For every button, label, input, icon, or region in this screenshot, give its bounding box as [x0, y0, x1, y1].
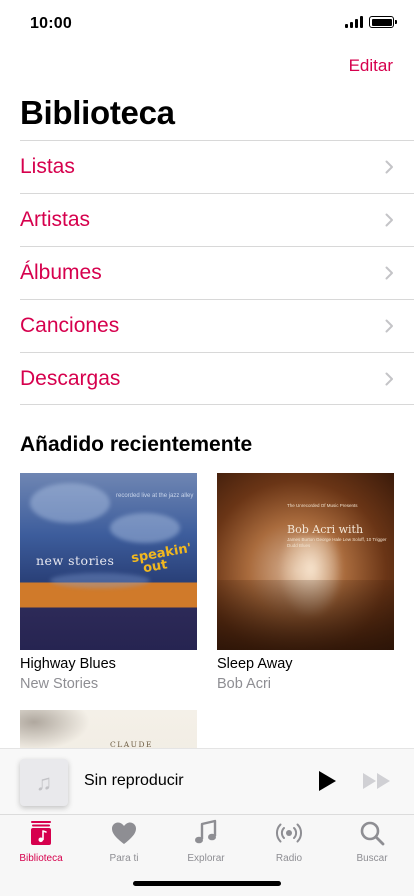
- tab-label: Biblioteca: [19, 853, 63, 864]
- menu-item-artistas[interactable]: Artistas: [20, 193, 414, 246]
- library-icon: [31, 821, 51, 845]
- album-cover-text: new stories: [36, 553, 115, 568]
- album-cover: The Unrecorded Of Music Presents Bob Acr…: [217, 473, 394, 650]
- album-card-sleep-away[interactable]: The Unrecorded Of Music Presents Bob Acr…: [217, 473, 394, 692]
- menu-item-listas[interactable]: Listas: [20, 140, 414, 193]
- menu-item-canciones[interactable]: Canciones: [20, 299, 414, 352]
- album-cover-text: recorded live at the jazz alley: [116, 493, 194, 499]
- status-icons: [345, 16, 397, 28]
- album-title: Highway Blues: [20, 656, 116, 672]
- album-cover: CLAUDE DEBUSSY: [20, 710, 197, 748]
- chevron-right-icon: [385, 266, 393, 280]
- album-title: Sleep Away: [217, 656, 293, 672]
- battery-icon: [369, 16, 397, 28]
- library-menu: Listas Artistas Álbumes Canciones Descar…: [20, 140, 414, 405]
- play-icon[interactable]: [316, 770, 338, 792]
- status-bar: 10:00: [0, 0, 414, 44]
- recently-added-title: Añadido recientemente: [20, 433, 253, 456]
- album-cover: recorded live at the jazz alley new stor…: [20, 473, 197, 650]
- menu-item-label: Descargas: [20, 366, 121, 390]
- home-indicator[interactable]: [133, 881, 281, 886]
- search-icon: [360, 821, 385, 846]
- radio-icon: [276, 823, 302, 843]
- menu-item-label: Álbumes: [20, 261, 102, 284]
- page-title: Biblioteca: [20, 94, 175, 131]
- chevron-right-icon: [385, 160, 393, 174]
- menu-item-label: Listas: [20, 155, 75, 178]
- menu-item-label: Canciones: [20, 314, 120, 337]
- now-playing-title: Sin reproducir: [84, 772, 184, 789]
- menu-item-albumes[interactable]: Álbumes: [20, 246, 414, 299]
- album-card-highway-blues[interactable]: recorded live at the jazz alley new stor…: [20, 473, 197, 692]
- fast-forward-icon[interactable]: [362, 771, 392, 791]
- tab-label: Para ti: [109, 853, 139, 864]
- music-note-icon: ♫: [20, 759, 68, 806]
- tab-explorar[interactable]: Explorar: [165, 819, 247, 867]
- menu-item-descargas[interactable]: Descargas: [20, 352, 414, 405]
- tab-label: Radio: [275, 853, 303, 864]
- tab-label: Explorar: [187, 853, 225, 864]
- tab-radio[interactable]: Radio: [248, 819, 330, 867]
- tab-buscar[interactable]: Buscar: [331, 819, 413, 867]
- tab-label: Buscar: [356, 853, 388, 864]
- signal-icon: [345, 16, 363, 28]
- mini-player[interactable]: ♫ Sin reproducir: [0, 748, 414, 814]
- album-cover-text: Bob Acri with: [287, 523, 364, 536]
- chevron-right-icon: [385, 213, 393, 227]
- edit-button[interactable]: Editar: [349, 56, 393, 76]
- tab-para-ti[interactable]: Para ti: [83, 819, 165, 867]
- album-artist: Bob Acri: [217, 676, 271, 692]
- status-time: 10:00: [30, 15, 72, 32]
- heart-icon: [112, 822, 136, 844]
- album-cover-text: CLAUDE DEBUSSY: [110, 740, 153, 748]
- album-cover-text: James Burton George Hale Lew Soloff, 10 …: [287, 537, 387, 548]
- album-card-debussy[interactable]: CLAUDE DEBUSSY: [20, 710, 197, 748]
- album-cover-text: speakin' out: [130, 540, 193, 577]
- chevron-right-icon: [385, 372, 393, 385]
- album-artist: New Stories: [20, 676, 99, 692]
- music-note-icon: [195, 819, 217, 844]
- tab-biblioteca[interactable]: Biblioteca: [0, 819, 82, 867]
- chevron-right-icon: [385, 319, 393, 333]
- menu-item-label: Artistas: [20, 208, 91, 231]
- album-cover-text: The Unrecorded Of Music Presents: [287, 503, 358, 508]
